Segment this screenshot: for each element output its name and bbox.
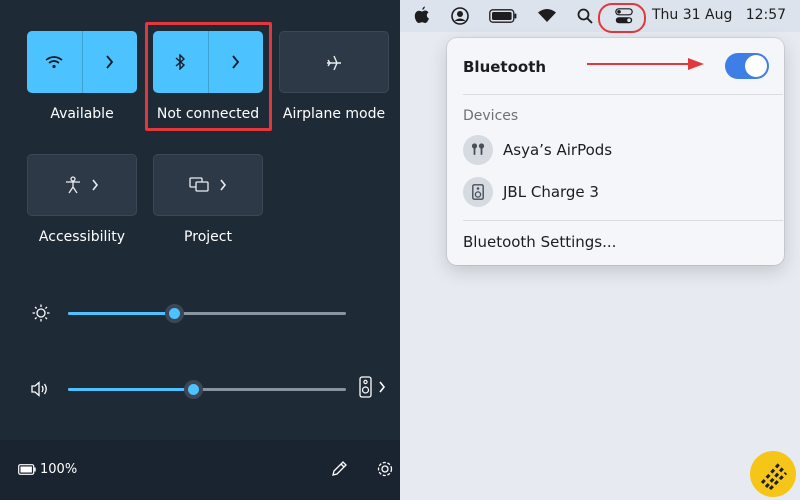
devices-section-label: Devices (463, 108, 519, 124)
wifi-expand-button[interactable] (83, 31, 138, 93)
project-icon (189, 177, 209, 192)
apple-icon[interactable] (414, 6, 430, 24)
quick-settings-footer: 100% (0, 440, 400, 500)
audio-output-button[interactable] (359, 376, 386, 398)
airplane-icon (327, 55, 341, 71)
wifi-tile-label: Available (50, 106, 114, 122)
divider (463, 220, 783, 221)
accessibility-toggle[interactable] (28, 155, 136, 215)
user-icon[interactable] (451, 7, 469, 25)
volume-thumb[interactable] (184, 380, 204, 399)
chevron-right-icon (92, 179, 99, 191)
chevron-right-icon (220, 179, 227, 191)
search-icon[interactable] (577, 8, 593, 24)
airpods-icon (463, 135, 493, 165)
volume-fill (68, 388, 194, 391)
windows-quick-settings: Available Not connected Airplane mode Ac… (0, 0, 400, 500)
brightness-icon (32, 304, 50, 322)
speaker-icon (463, 177, 493, 207)
bluetooth-popover: Bluetooth Devices Asya’s AirPods JBL Cha… (447, 38, 784, 265)
edit-icon[interactable] (330, 460, 348, 478)
accessibility-tile-label: Accessibility (38, 229, 126, 245)
bluetooth-settings-link[interactable]: Bluetooth Settings... (463, 233, 616, 251)
switch-knob (745, 55, 767, 77)
brightness-slider[interactable] (28, 298, 388, 328)
chevron-right-icon (106, 55, 114, 69)
device-name: JBL Charge 3 (503, 183, 599, 201)
battery-icon (18, 464, 36, 475)
project-tile-label: Project (184, 229, 232, 245)
wifi-toggle[interactable] (27, 31, 82, 93)
volume-slider[interactable] (28, 374, 388, 404)
airplane-toggle[interactable] (280, 32, 388, 92)
speaker-icon (31, 381, 47, 397)
wifi-tile[interactable] (27, 31, 137, 93)
battery-percentage: 100% (40, 462, 78, 477)
brightness-track[interactable] (68, 304, 346, 323)
accessibility-tile[interactable] (27, 154, 137, 216)
speaker-device-icon (359, 376, 372, 398)
project-toggle[interactable] (154, 155, 262, 215)
airplane-tile[interactable] (279, 31, 389, 93)
accessibility-icon (66, 176, 80, 194)
menubar-clock[interactable]: Thu 31 Aug 12:57 (652, 7, 786, 23)
wifi-icon (45, 56, 63, 69)
highlight-box (145, 22, 272, 131)
battery-icon[interactable] (489, 9, 517, 23)
device-row[interactable]: JBL Charge 3 (463, 176, 773, 208)
annotation-arrow (587, 58, 704, 70)
divider (463, 94, 783, 95)
project-tile[interactable] (153, 154, 263, 216)
control-center-highlight (598, 3, 646, 33)
chevron-right-icon (379, 381, 386, 393)
volume-track[interactable] (68, 380, 346, 399)
device-name: Asya’s AirPods (503, 141, 613, 159)
wifi-icon[interactable] (537, 8, 557, 23)
brightness-fill (68, 312, 174, 315)
bluetooth-title: Bluetooth (463, 58, 547, 76)
watermark-logo (750, 451, 796, 497)
brightness-thumb[interactable] (164, 304, 184, 323)
settings-icon[interactable] (376, 460, 394, 478)
device-row[interactable]: Asya’s AirPods (463, 134, 773, 166)
airplane-tile-label: Airplane mode (282, 106, 386, 122)
bluetooth-switch[interactable] (725, 53, 769, 79)
